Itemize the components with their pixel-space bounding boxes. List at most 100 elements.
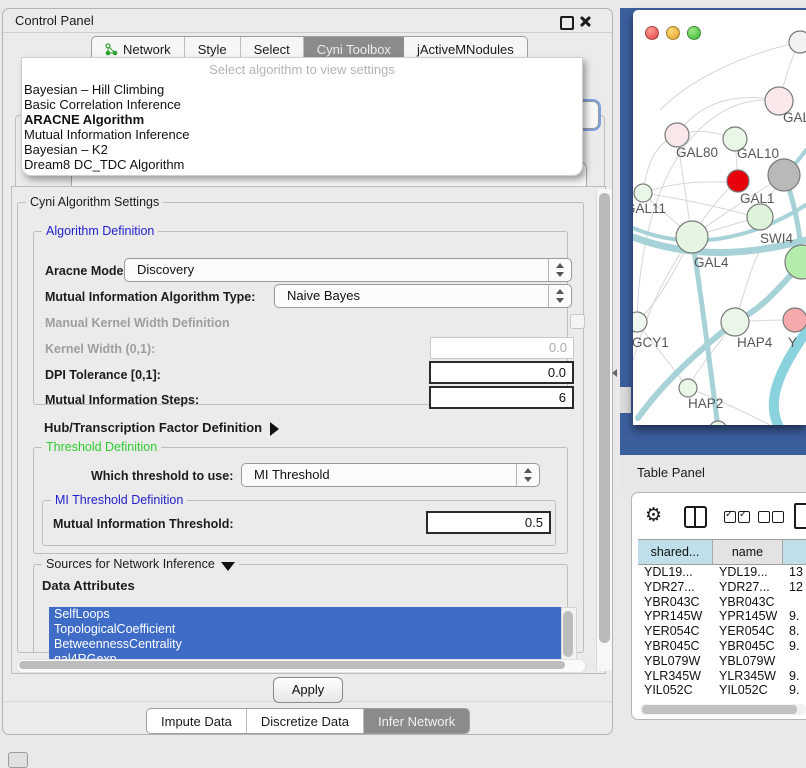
data-attribute-item[interactable]: TopologicalCoefficient <box>49 622 561 637</box>
dpi-tolerance-field[interactable]: 0.0 <box>429 361 574 384</box>
manual-kernel-label: Manual Kernel Width Definition <box>45 316 230 330</box>
float-window-icon[interactable] <box>560 16 574 30</box>
hub-definition-toggle[interactable]: Hub/Transcription Factor Definition <box>44 420 279 436</box>
network-node[interactable] <box>665 123 689 147</box>
splitter-collapse-icon[interactable] <box>612 369 617 377</box>
table-cell: YDR27... <box>638 580 713 595</box>
mi-type-select[interactable]: Naive Bayes <box>274 284 572 308</box>
column-header[interactable] <box>783 540 806 564</box>
table-row[interactable]: YDR27...YDR27...12 <box>638 580 806 595</box>
network-node[interactable] <box>721 308 749 336</box>
aracne-mode-select[interactable]: Discovery <box>124 258 572 282</box>
mi-type-label: Mutual Information Algorithm Type: <box>45 290 255 304</box>
close-icon[interactable] <box>579 15 591 27</box>
mi-steps-label: Mutual Information Steps: <box>45 393 199 407</box>
columns-icon[interactable] <box>684 506 707 528</box>
algorithm-option[interactable]: Mutual Information Inference <box>24 127 574 142</box>
manual-kernel-checkbox[interactable] <box>570 314 585 329</box>
spinner-arrows-icon[interactable] <box>548 285 571 307</box>
tab-label: Style <box>198 42 227 57</box>
unchecked-box-icon[interactable] <box>758 511 770 523</box>
scrollbar-thumb[interactable] <box>19 661 565 669</box>
table-cell: YDL19... <box>713 565 783 580</box>
table-cell: YER054C <box>638 624 713 639</box>
checked-box-icon[interactable] <box>738 511 750 523</box>
table-row[interactable]: YBR045CYBR045C9. <box>638 639 806 654</box>
gear-icon[interactable] <box>645 506 662 525</box>
scrollbar-thumb[interactable] <box>599 193 610 643</box>
spinner-arrows-icon[interactable] <box>516 464 539 486</box>
data-attribute-item[interactable]: BetweennessCentrality <box>49 637 561 652</box>
network-node[interactable] <box>709 421 727 425</box>
unchecked-box-icon[interactable] <box>772 511 784 523</box>
network-canvas[interactable]: GALGAL80GAL10GAL11GAL1SWI4GAL4GCY1HAP4YH… <box>633 28 806 425</box>
network-node[interactable] <box>727 170 749 192</box>
network-node[interactable] <box>676 221 708 253</box>
threshold-definition-group: Threshold Definition Which threshold to … <box>33 447 568 554</box>
network-node[interactable] <box>747 204 773 230</box>
which-threshold-select[interactable]: MI Threshold <box>241 463 540 487</box>
network-node-label: GAL11 <box>633 201 666 216</box>
document-icon-partial[interactable] <box>794 503 806 529</box>
scrollbar-thumb[interactable] <box>642 705 797 714</box>
data-attributes-list[interactable]: SelfLoopsTopologicalCoefficientBetweenne… <box>49 607 561 666</box>
desktop-notch <box>620 387 631 413</box>
algorithm-dropdown-popup: Select algorithm to view settings Bayesi… <box>21 57 583 176</box>
mi-steps-field[interactable]: 6 <box>429 386 574 409</box>
network-node[interactable] <box>679 379 697 397</box>
minimized-corner-icon[interactable] <box>8 752 28 768</box>
network-node[interactable] <box>633 312 647 332</box>
table-row[interactable]: YBR043CYBR043C <box>638 595 806 610</box>
network-node[interactable] <box>789 31 806 53</box>
network-node[interactable] <box>783 308 806 332</box>
settings-horizontal-scrollbar[interactable] <box>16 659 586 673</box>
algorithm-option[interactable]: Bayesian – Hill Climbing <box>24 82 574 97</box>
network-node-label: GAL4 <box>694 255 729 270</box>
table-card: shared...name YDL19...YDL19...13YDR27...… <box>631 492 806 720</box>
table-cell: YIL052C <box>638 683 713 698</box>
kernel-width-field[interactable]: 0.0 <box>430 337 574 359</box>
node-table[interactable]: shared...name YDL19...YDL19...13YDR27...… <box>638 539 806 704</box>
algorithm-option[interactable]: Basic Correlation Inference <box>24 97 574 112</box>
spinner-arrows-icon[interactable] <box>548 259 571 281</box>
table-cell: YIL052C <box>713 683 783 698</box>
table-row[interactable]: YLR345WYLR345W9. <box>638 669 806 684</box>
data-attributes-label: Data Attributes <box>42 578 135 593</box>
table-cell: 9. <box>783 669 806 684</box>
mi-threshold-group: MI Threshold Definition Mutual Informati… <box>42 500 556 546</box>
table-cell: YPR145W <box>713 609 783 624</box>
settings-vertical-scrollbar[interactable] <box>596 189 612 671</box>
network-node[interactable] <box>634 184 652 202</box>
checked-box-icon[interactable] <box>724 511 736 523</box>
table-row[interactable]: YDL19...YDL19...13 <box>638 565 806 580</box>
kernel-width-label: Kernel Width (0,1): <box>45 342 155 356</box>
algorithm-option[interactable]: ARACNE Algorithm <box>24 112 574 127</box>
network-node[interactable] <box>768 159 800 191</box>
mi-threshold-field[interactable]: 0.5 <box>426 511 551 534</box>
network-node-label: GAL80 <box>676 145 718 160</box>
table-horizontal-scrollbar[interactable] <box>640 704 806 715</box>
mi-threshold-title: MI Threshold Definition <box>51 493 187 507</box>
network-node-label: HAP4 <box>737 335 773 350</box>
apply-button[interactable]: Apply <box>273 677 343 703</box>
table-row[interactable]: YPR145WYPR145W9. <box>638 609 806 624</box>
network-node-label: GAL1 <box>740 191 775 206</box>
table-row[interactable]: YER054CYER054C8. <box>638 624 806 639</box>
table-row[interactable]: YIL052CYIL052C9. <box>638 683 806 698</box>
algorithm-option[interactable]: Dream8 DC_TDC Algorithm <box>24 157 574 172</box>
titlebar-divider <box>3 32 612 33</box>
bottom-tab-infer-network[interactable]: Infer Network <box>364 709 469 733</box>
scrollbar-thumb[interactable] <box>563 611 573 657</box>
column-header[interactable]: shared... <box>638 540 713 564</box>
dpi-tolerance-label: DPI Tolerance [0,1]: <box>45 368 161 382</box>
algorithm-option[interactable]: Bayesian – K2 <box>24 142 574 157</box>
bottom-tab-impute-data[interactable]: Impute Data <box>147 709 247 733</box>
table-row[interactable]: YBL079WYBL079W <box>638 654 806 669</box>
table-cell: YLR345W <box>713 669 783 684</box>
cyni-bottom-tab-bar: Impute DataDiscretize DataInfer Network <box>146 708 470 734</box>
data-attribute-item[interactable]: SelfLoops <box>49 607 561 622</box>
column-header[interactable]: name <box>713 540 783 564</box>
sources-title[interactable]: Sources for Network Inference <box>42 557 239 571</box>
bottom-tab-discretize-data[interactable]: Discretize Data <box>247 709 364 733</box>
network-node-label: SWI4 <box>760 231 793 246</box>
